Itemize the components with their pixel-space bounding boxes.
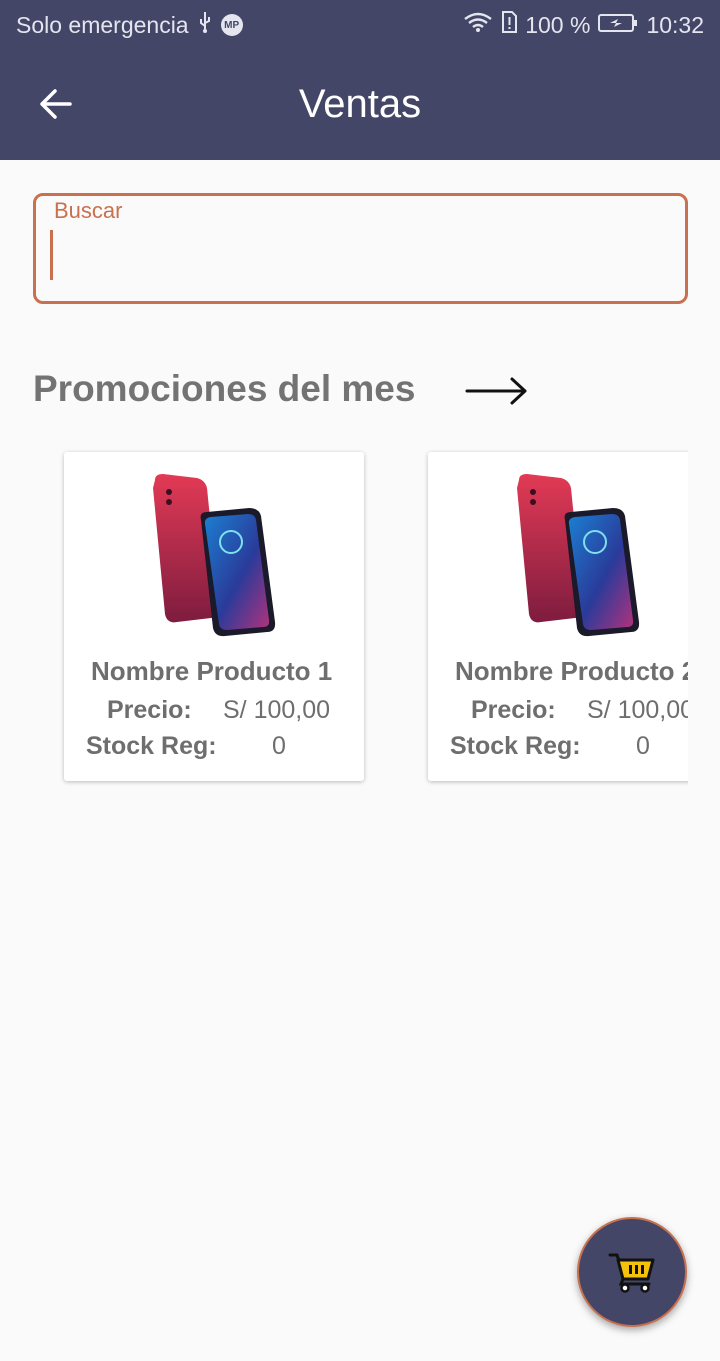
arrow-right-icon xyxy=(465,377,527,405)
shopping-cart-icon xyxy=(608,1253,655,1293)
battery-icon xyxy=(598,12,638,39)
search-field[interactable]: Buscar xyxy=(33,193,688,304)
search-input[interactable] xyxy=(50,230,670,280)
battery-text: 100 % xyxy=(525,11,591,38)
stock-label: Stock Reg: xyxy=(450,732,581,760)
product-name: Nombre Producto 1 xyxy=(91,656,333,686)
mp-badge-icon: MP xyxy=(220,14,243,36)
product-card[interactable]: Nombre Producto 2 Precio: S/ 100,00 Stoc… xyxy=(428,452,688,781)
cart-button[interactable] xyxy=(577,1217,687,1327)
app-bar: Ventas xyxy=(0,50,720,160)
promotions-next-button[interactable] xyxy=(465,374,529,408)
product-image xyxy=(517,474,640,637)
price-label: Precio: xyxy=(471,696,556,724)
stock-label: Stock Reg: xyxy=(86,732,217,760)
usb-icon xyxy=(197,10,213,40)
stock-value: 0 xyxy=(272,732,286,760)
product-name: Nombre Producto 2 xyxy=(455,656,688,686)
status-bar: Solo emergencia MP 100 % 10:32 xyxy=(0,0,720,50)
clock-text: 10:32 xyxy=(646,11,704,38)
price-label: Precio: xyxy=(107,696,192,724)
status-right: 100 % 10:32 xyxy=(463,10,704,40)
product-card[interactable]: Nombre Producto 1 Precio: S/ 100,00 Stoc… xyxy=(64,452,364,781)
sim-alert-icon xyxy=(501,10,518,40)
search-label: Buscar xyxy=(54,198,123,223)
promotions-carousel[interactable]: Nombre Producto 1 Precio: S/ 100,00 Stoc… xyxy=(0,440,688,800)
wifi-icon xyxy=(463,11,493,39)
section-title: Promociones del mes xyxy=(33,368,416,409)
product-image xyxy=(153,474,276,637)
price-value: S/ 100,00 xyxy=(587,696,688,724)
status-left: Solo emergencia MP xyxy=(16,10,243,40)
price-value: S/ 100,00 xyxy=(223,696,331,724)
stock-value: 0 xyxy=(636,732,650,760)
page-title: Ventas xyxy=(298,82,422,126)
carrier-text: Solo emergencia xyxy=(16,11,189,38)
